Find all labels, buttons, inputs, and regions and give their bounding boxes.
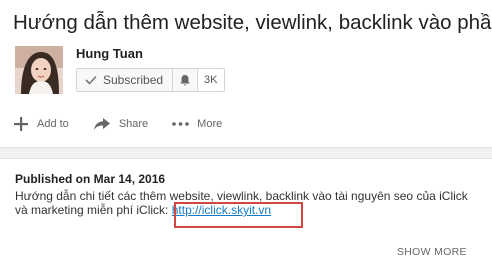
notification-bell-button[interactable] [173, 68, 199, 92]
share-arrow-icon [93, 118, 110, 130]
add-to-button[interactable]: Add to [13, 116, 69, 132]
description-line-1: Hướng dẫn chi tiết các thêm website, vie… [15, 189, 468, 203]
published-date: Published on Mar 14, 2016 [15, 172, 166, 186]
bell-icon [180, 74, 191, 85]
dots-icon [172, 122, 189, 126]
subscribed-label: Subscribed [103, 73, 164, 87]
show-more-button[interactable]: SHOW MORE [397, 246, 467, 258]
channel-name[interactable]: Hung Tuan [76, 46, 143, 61]
video-info-card: Hướng dẫn thêm website, viewlink, backli… [0, 0, 492, 148]
subscribed-button[interactable]: Subscribed [76, 68, 174, 92]
action-bar: Add to Share More [13, 114, 246, 134]
avatar-image [15, 46, 63, 94]
more-label: More [197, 118, 223, 130]
link-highlight-box [174, 202, 303, 228]
check-icon [85, 75, 97, 85]
avatar[interactable] [15, 46, 63, 94]
plus-icon [14, 117, 28, 131]
share-button[interactable]: Share [93, 117, 148, 131]
subscriber-count: 3K [198, 68, 225, 92]
share-label: Share [118, 118, 149, 130]
add-to-label: Add to [37, 118, 69, 130]
subscribe-group: Subscribed 3K [76, 68, 225, 92]
description-line-2-text: và marketing miễn phí iClick: [15, 203, 172, 217]
video-title: Hướng dẫn thêm website, viewlink, backli… [13, 11, 492, 34]
more-button[interactable]: More [172, 118, 222, 130]
